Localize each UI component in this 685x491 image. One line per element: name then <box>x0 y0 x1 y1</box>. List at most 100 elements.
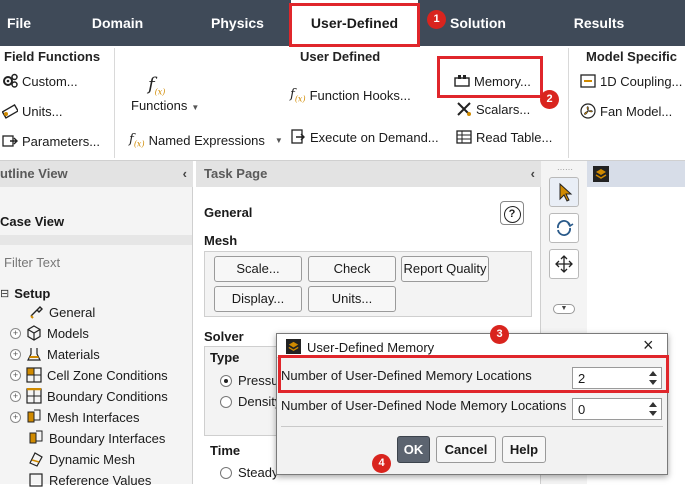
steady-radio[interactable]: Steady <box>220 465 278 480</box>
tree-item-boundary-interfaces[interactable]: Boundary Interfaces <box>28 428 165 448</box>
dynamic-mesh-icon <box>28 451 44 467</box>
gears-icon <box>2 73 18 89</box>
chevron-left-icon[interactable]: ‹ <box>531 161 535 187</box>
tree-setup-label: Setup <box>14 285 51 301</box>
parameters-label: Parameters... <box>22 133 101 149</box>
tree-item-models[interactable]: + Models <box>10 323 89 343</box>
fan-model-label: Fan Model... <box>600 103 673 119</box>
scalars-button[interactable]: Scalars... <box>456 101 530 117</box>
expand-icon[interactable]: + <box>10 327 21 339</box>
1d-coupling-button[interactable]: 1D Coupling... <box>580 73 682 89</box>
custom-button[interactable]: Custom... <box>2 73 78 89</box>
coupling-icon <box>580 73 596 89</box>
menu-results[interactable]: Results <box>560 0 638 46</box>
toolbar-expand-toggle[interactable]: ▼ <box>553 304 575 314</box>
tree-item-mesh-interfaces[interactable]: + Mesh Interfaces <box>10 407 140 427</box>
parameters-icon <box>2 133 18 149</box>
case-view-divider <box>0 235 192 245</box>
pan-tool-button[interactable] <box>549 249 579 279</box>
menu-domain[interactable]: Domain <box>70 0 165 46</box>
tree-item-label: General <box>49 304 96 320</box>
read-table-button[interactable]: Read Table... <box>456 129 552 145</box>
node-memory-spinner[interactable]: 0 <box>572 398 662 420</box>
step-badge-4: 4 <box>372 454 391 473</box>
cancel-button[interactable]: Cancel <box>436 436 496 463</box>
radio-label: Pressu <box>238 373 279 388</box>
node-memory-value: 0 <box>578 402 586 417</box>
node-memory-label: Number of User-Defined Node Memory Locat… <box>281 398 567 413</box>
menu-physics[interactable]: Physics <box>190 0 285 46</box>
highlight-user-defined-tab <box>289 3 420 47</box>
tree-item-dynamic-mesh[interactable]: Dynamic Mesh <box>28 449 135 469</box>
table-icon <box>456 129 472 145</box>
tree-item-label: Reference Values <box>49 472 152 488</box>
radio-icon <box>220 395 232 408</box>
radio-icon <box>220 466 232 479</box>
tree-item-label: Materials <box>47 346 100 362</box>
ribbon-separator <box>114 48 115 158</box>
read-table-label: Read Table... <box>476 129 553 145</box>
tree-setup[interactable]: ⊟ Setup <box>0 283 50 303</box>
function-hooks-label: Function Hooks... <box>309 87 411 103</box>
mesh-view-icon[interactable] <box>593 166 609 182</box>
units-button[interactable]: Units... <box>308 286 396 312</box>
minus-icon[interactable]: ⊟ <box>0 287 9 300</box>
case-view-title: Case View <box>0 214 65 229</box>
report-quality-button[interactable]: Report Quality <box>401 256 489 282</box>
highlight-memory-button <box>437 56 543 98</box>
pressure-based-radio[interactable]: Pressu <box>220 373 278 388</box>
tree-item-label: Boundary Interfaces <box>49 430 166 446</box>
scale-button[interactable]: Scale... <box>214 256 302 282</box>
tree-item-materials[interactable]: + Materials <box>10 344 100 364</box>
expand-icon[interactable]: + <box>10 369 21 381</box>
named-expressions-dropdown[interactable]: f(x) Named Expressions ▼ <box>129 132 283 149</box>
expand-icon[interactable]: + <box>10 411 21 423</box>
execute-icon <box>290 129 306 145</box>
general-icon <box>28 304 44 320</box>
task-page-title: Task Page <box>204 166 268 181</box>
spin-arrows-icon[interactable] <box>647 400 659 418</box>
outline-view-panel: utline View ‹ Case View Filter Text ⊟ Se… <box>0 161 193 488</box>
parameters-button[interactable]: Parameters... <box>2 133 100 149</box>
rotate-tool-button[interactable] <box>549 213 579 243</box>
display-button[interactable]: Display... <box>214 286 302 312</box>
function-hooks-button[interactable]: f(x) Function Hooks... <box>290 87 411 104</box>
execute-on-demand-button[interactable]: Execute on Demand... <box>290 129 439 145</box>
expand-icon[interactable]: + <box>10 390 21 402</box>
pointer-icon <box>559 182 573 202</box>
task-page-header: Task Page ‹ <box>196 161 541 187</box>
functions-dropdown[interactable]: Functions ▼ <box>131 98 199 113</box>
pan-icon <box>555 255 573 273</box>
help-button[interactable]: ? <box>500 201 524 225</box>
functions-icon: f(x) <box>148 74 166 97</box>
density-based-radio[interactable]: Density <box>220 394 281 409</box>
tree-item-reference-values[interactable]: Reference Values <box>28 470 151 490</box>
tree-item-label: Dynamic Mesh <box>49 451 135 467</box>
custom-label: Custom... <box>22 73 78 89</box>
close-icon[interactable]: × <box>643 336 654 354</box>
outline-view-title: utline View <box>0 166 68 181</box>
tree-item-boundary-conditions[interactable]: + Boundary Conditions <box>10 386 168 406</box>
chevron-left-icon[interactable]: ‹ <box>183 161 187 187</box>
select-tool-button[interactable] <box>549 177 579 207</box>
dialog-divider <box>281 426 663 427</box>
tree-item-label: Boundary Conditions <box>47 388 168 404</box>
tree-item-cell-zone-conditions[interactable]: + Cell Zone Conditions <box>10 365 168 385</box>
dialog-title: User-Defined Memory <box>307 340 435 355</box>
expand-icon[interactable]: + <box>10 348 21 360</box>
tree-item-general[interactable]: General <box>28 302 95 322</box>
dialog-help-button[interactable]: Help <box>502 436 546 463</box>
filter-text-input[interactable]: Filter Text <box>0 251 192 275</box>
interface-icon <box>28 430 44 446</box>
menu-solution[interactable]: Solution <box>438 0 518 46</box>
rotate-icon <box>557 220 574 236</box>
scalars-icon <box>456 101 472 117</box>
menu-file[interactable]: File <box>0 0 38 46</box>
units-ribbon-button[interactable]: Units... <box>1 103 62 119</box>
fan-model-button[interactable]: Fan Model... <box>580 103 672 119</box>
check-button[interactable]: Check <box>308 256 396 282</box>
models-icon <box>26 325 42 341</box>
ok-button[interactable]: OK <box>397 436 430 463</box>
outline-view-header: utline View ‹ <box>0 161 193 187</box>
function-hooks-icon: f(x) <box>290 87 306 104</box>
